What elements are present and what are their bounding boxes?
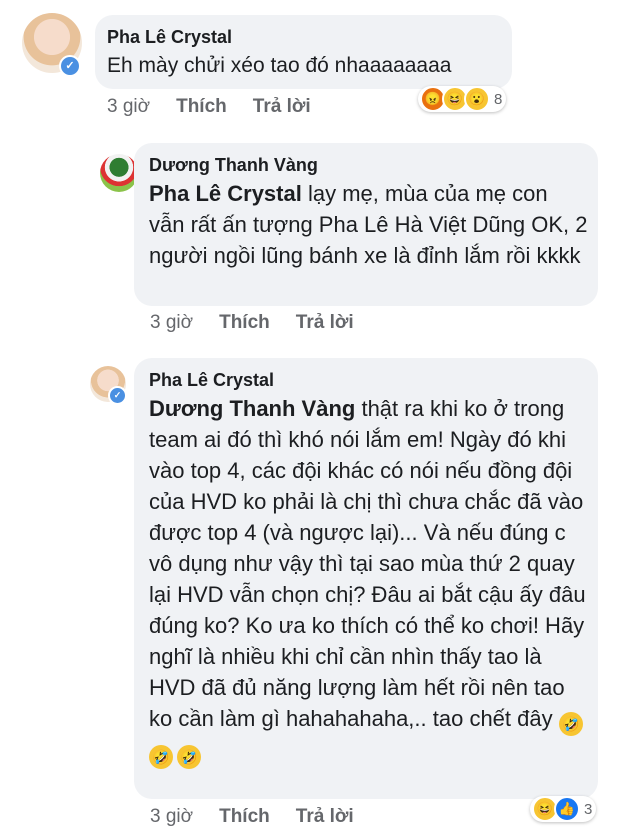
comment-time[interactable]: 3 giờ <box>150 806 193 828</box>
avatar[interactable] <box>100 154 138 192</box>
like-reaction-icon: 👍 <box>554 796 580 822</box>
rofl-emoji-icon: 🤣 <box>177 745 201 769</box>
reply-button[interactable]: Trả lời <box>253 96 311 118</box>
profile-photo <box>100 154 138 192</box>
comment-bubble: Pha Lê Crystal Dương Thanh Vàng thật ra … <box>134 358 598 799</box>
rofl-emoji-icon: 🤣 <box>558 712 583 736</box>
comment-text: Eh mày chửi xéo tao đó nhaaaaaaaa <box>107 54 452 77</box>
reaction-summary[interactable]: 😆 👍 3 <box>530 796 597 822</box>
comment-bubble: Pha Lê Crystal Eh mày chửi xéo tao đó nh… <box>95 15 512 89</box>
like-button[interactable]: Thích <box>219 312 270 334</box>
comment-bubble: Dương Thanh Vàng Pha Lê Crystal lạy mẹ, … <box>134 143 598 306</box>
reaction-count: 3 <box>584 800 593 818</box>
comment-text: Dương Thanh Vàng thật ra khi ko ở trong … <box>149 393 589 769</box>
comment-author[interactable]: Dương Thanh Vàng <box>149 155 586 176</box>
comment-actions: 3 giờ Thích Trả lời <box>107 96 337 118</box>
avatar[interactable]: ✓ <box>22 13 82 77</box>
avatar[interactable]: ✓ <box>90 366 127 405</box>
verified-badge-icon: ✓ <box>108 386 127 405</box>
mention-link[interactable]: Dương Thanh Vàng <box>149 396 355 421</box>
reaction-count: 8 <box>494 90 503 108</box>
comment-body: thật ra khi ko ở trong team ai đó thì kh… <box>149 396 586 731</box>
like-button[interactable]: Thích <box>219 806 270 828</box>
wow-reaction-icon: 😮 <box>464 86 490 112</box>
comment-author[interactable]: Pha Lê Crystal <box>107 27 512 48</box>
rofl-emoji-icon: 🤣 <box>149 745 173 769</box>
comment-text: Pha Lê Crystal lạy mẹ, mùa của mẹ con vẫ… <box>149 178 589 271</box>
reply-button[interactable]: Trả lời <box>296 806 354 828</box>
reply-button[interactable]: Trả lời <box>296 312 354 334</box>
mention-link[interactable]: Pha Lê Crystal <box>149 181 302 206</box>
comment-actions: 3 giờ Thích Trả lời <box>150 312 380 334</box>
like-button[interactable]: Thích <box>176 96 227 118</box>
verified-badge-icon: ✓ <box>59 55 81 77</box>
comment-actions: 3 giờ Thích Trả lời <box>150 806 380 828</box>
comment-author[interactable]: Pha Lê Crystal <box>149 370 586 391</box>
comment-time[interactable]: 3 giờ <box>150 312 193 334</box>
comment-time[interactable]: 3 giờ <box>107 96 150 118</box>
reaction-summary[interactable]: 😠 😆 😮 8 <box>418 86 507 112</box>
